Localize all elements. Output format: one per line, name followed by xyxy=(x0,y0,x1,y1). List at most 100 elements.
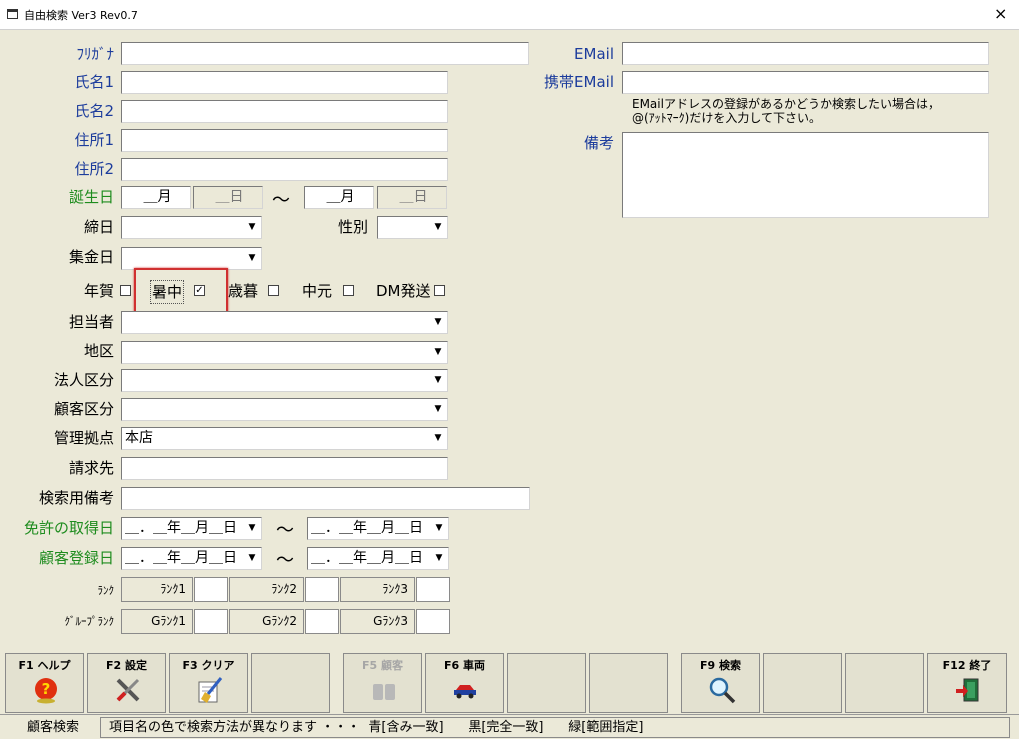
birth-range-tilde: ～ xyxy=(272,190,290,211)
reg-date-to[interactable]: ＿．＿年＿月＿日 ▼ xyxy=(307,547,449,570)
area-select[interactable]: ▼ xyxy=(121,341,448,364)
label-search-note: 検索用備考 xyxy=(38,489,114,507)
status-mode: 顧客検索 xyxy=(26,720,79,735)
f2-settings-button[interactable]: F2 設定 xyxy=(87,653,166,713)
search-note-input[interactable] xyxy=(121,487,530,510)
birth-month-from[interactable]: ＿月 xyxy=(121,186,191,209)
label-addr1: 住所1 xyxy=(74,131,114,149)
birth-day-from[interactable]: ＿日 xyxy=(193,186,263,209)
f1-help-button[interactable]: F1 ヘルプ ? xyxy=(5,653,84,713)
mobile-email-input[interactable] xyxy=(622,71,989,94)
gender-select[interactable]: ▼ xyxy=(377,216,448,239)
notes-textarea[interactable] xyxy=(622,132,989,218)
status-message: 項目名の色で検索方法が異なります ・・・ 青[含み一致] 黒[完全一致] 緑[範… xyxy=(100,717,1010,738)
label-birthday: 誕生日 xyxy=(68,188,114,206)
chevron-down-icon[interactable]: ▼ xyxy=(244,549,260,568)
f10-blank-button[interactable] xyxy=(763,653,842,713)
shochu-checkbox[interactable]: ✓ xyxy=(194,285,205,296)
email-input[interactable] xyxy=(622,42,989,65)
chevron-down-icon[interactable]: ▼ xyxy=(431,519,447,538)
label-dm: DM発送 xyxy=(376,282,431,300)
corp-class-select[interactable]: ▼ xyxy=(121,369,448,392)
f3-clear-button[interactable]: F3 クリア xyxy=(169,653,248,713)
reg-date-to-value: ＿．＿年＿月＿日 xyxy=(311,550,423,566)
f5-customer-button[interactable]: F5 顧客 xyxy=(343,653,422,713)
f12-exit-button[interactable]: F12 終了 xyxy=(927,653,1007,713)
label-billing: 請求先 xyxy=(68,459,114,477)
collection-day-select[interactable]: ▼ xyxy=(121,247,262,270)
tools-icon xyxy=(116,678,140,702)
license-date-to-value: ＿．＿年＿月＿日 xyxy=(311,520,423,536)
rank2-label: ﾗﾝｸ2 xyxy=(229,577,304,602)
reg-date-from[interactable]: ＿．＿年＿月＿日 ▼ xyxy=(121,547,262,570)
chevron-down-icon[interactable]: ▼ xyxy=(430,343,446,362)
label-collection-day: 集金日 xyxy=(68,248,114,266)
email-hint-line2: @(ｱｯﾄﾏｰｸ)だけを入力して下さい。 xyxy=(632,111,822,125)
label-nenga: 年賀 xyxy=(83,282,114,300)
chevron-down-icon[interactable]: ▼ xyxy=(430,218,446,237)
label-base: 管理拠点 xyxy=(53,429,114,447)
nenga-checkbox[interactable] xyxy=(120,285,131,296)
chugen-checkbox[interactable] xyxy=(343,285,354,296)
title-bar: 自由検索 Ver3 Rev0.7 × xyxy=(0,0,1019,30)
close-icon[interactable]: × xyxy=(994,4,1007,23)
furigana-input[interactable] xyxy=(121,42,529,65)
rank1-input[interactable] xyxy=(194,577,228,602)
status-bar: 顧客検索 項目名の色で検索方法が異なります ・・・ 青[含み一致] 黒[完全一致… xyxy=(0,714,1019,739)
chevron-down-icon[interactable]: ▼ xyxy=(431,549,447,568)
chevron-down-icon[interactable]: ▼ xyxy=(244,249,260,268)
label-seibo: 歳暮 xyxy=(228,282,259,300)
seibo-checkbox[interactable] xyxy=(268,285,279,296)
label-closing-day: 締日 xyxy=(83,218,114,236)
grank3-label: Gﾗﾝｸ3 xyxy=(340,609,415,634)
chevron-down-icon[interactable]: ▼ xyxy=(244,519,260,538)
f7-blank-button[interactable] xyxy=(507,653,586,713)
f4-blank-button[interactable] xyxy=(251,653,330,713)
label-reg-date: 顧客登録日 xyxy=(38,549,114,567)
closing-day-select[interactable]: ▼ xyxy=(121,216,262,239)
f9-search-button[interactable]: F9 検索 xyxy=(681,653,760,713)
cust-class-select[interactable]: ▼ xyxy=(121,398,448,421)
chevron-down-icon[interactable]: ▼ xyxy=(430,313,446,332)
rank3-label: ﾗﾝｸ3 xyxy=(340,577,415,602)
label-furigana: ﾌﾘｶﾞﾅ xyxy=(76,45,114,63)
staff-select[interactable]: ▼ xyxy=(121,311,448,334)
rank3-input[interactable] xyxy=(416,577,450,602)
rank2-input[interactable] xyxy=(305,577,339,602)
base-select[interactable]: 本店 ▼ xyxy=(121,427,448,450)
label-notes: 備考 xyxy=(583,134,614,152)
label-shochu[interactable]: 暑中 xyxy=(150,280,185,304)
magnifier-icon xyxy=(709,677,736,704)
f11-blank-button[interactable] xyxy=(845,653,924,713)
chevron-down-icon[interactable]: ▼ xyxy=(430,400,446,419)
f8-blank-button[interactable] xyxy=(589,653,668,713)
rank1-label: ﾗﾝｸ1 xyxy=(121,577,193,602)
f2-label: F2 設定 xyxy=(106,659,147,672)
f6-vehicle-button[interactable]: F6 車両 xyxy=(425,653,504,713)
birth-month-to[interactable]: ＿月 xyxy=(304,186,374,209)
dm-checkbox[interactable] xyxy=(434,285,445,296)
label-staff: 担当者 xyxy=(68,313,114,331)
license-date-to[interactable]: ＿．＿年＿月＿日 ▼ xyxy=(307,517,449,540)
addr1-input[interactable] xyxy=(121,129,448,152)
label-corp-class: 法人区分 xyxy=(53,371,114,389)
reg-date-from-value: ＿．＿年＿月＿日 xyxy=(125,550,237,566)
license-date-from[interactable]: ＿．＿年＿月＿日 ▼ xyxy=(121,517,262,540)
label-area: 地区 xyxy=(83,342,114,360)
grank1-label: Gﾗﾝｸ1 xyxy=(121,609,193,634)
chevron-down-icon[interactable]: ▼ xyxy=(430,371,446,390)
grank2-input[interactable] xyxy=(305,609,339,634)
base-value: 本店 xyxy=(125,430,153,446)
f3-label: F3 クリア xyxy=(182,659,235,672)
grank3-input[interactable] xyxy=(416,609,450,634)
addr2-input[interactable] xyxy=(121,158,448,181)
label-group-rank: ｸﾞﾙｰﾌﾟﾗﾝｸ xyxy=(64,615,115,628)
chevron-down-icon[interactable]: ▼ xyxy=(430,429,446,448)
grank2-label: Gﾗﾝｸ2 xyxy=(229,609,304,634)
f5-label: F5 顧客 xyxy=(362,659,403,672)
billing-input[interactable] xyxy=(121,457,448,480)
grank1-input[interactable] xyxy=(194,609,228,634)
name1-input[interactable] xyxy=(121,71,448,94)
name2-input[interactable] xyxy=(121,100,448,123)
birth-day-to[interactable]: ＿日 xyxy=(377,186,447,209)
